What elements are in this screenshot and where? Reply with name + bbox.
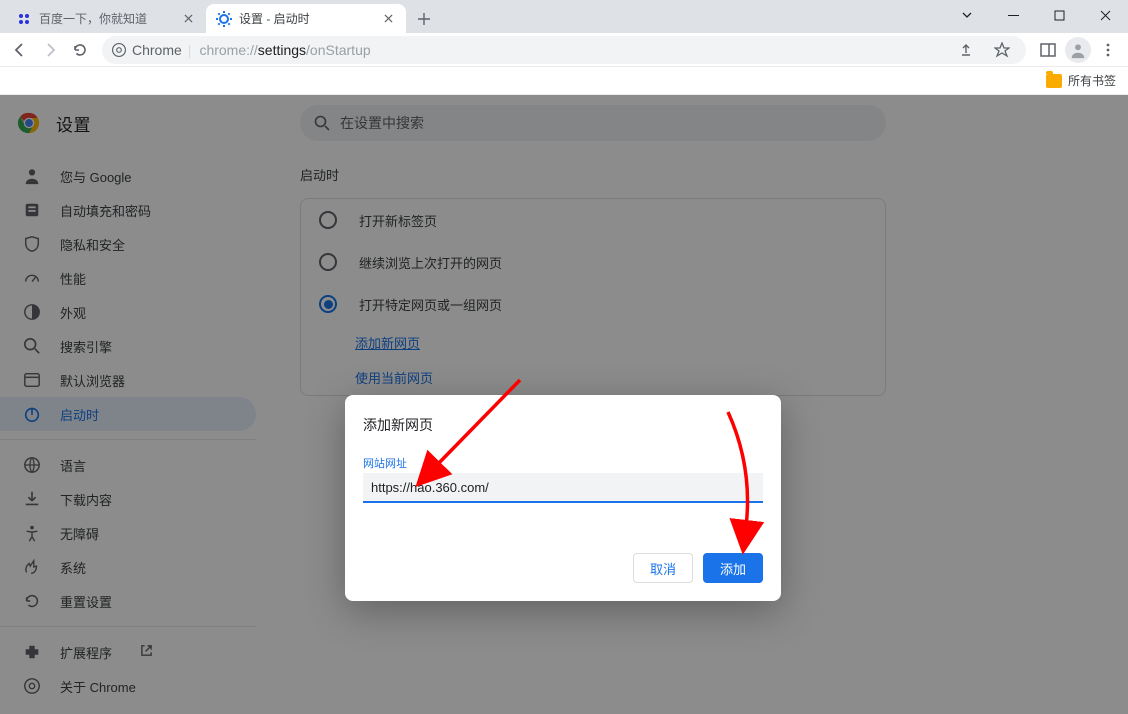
dialog-title: 添加新网页 bbox=[363, 415, 763, 435]
url-text: chrome://settings/onStartup bbox=[199, 42, 944, 58]
tab-title: 百度一下，你就知道 bbox=[39, 10, 173, 27]
back-button[interactable] bbox=[6, 36, 34, 64]
new-tab-button[interactable] bbox=[410, 5, 438, 33]
close-tab-icon[interactable] bbox=[380, 11, 396, 27]
chevron-down-icon[interactable] bbox=[944, 0, 990, 30]
forward-button[interactable] bbox=[36, 36, 64, 64]
all-bookmarks-button[interactable]: 所有书签 bbox=[1046, 72, 1116, 89]
add-page-dialog: 添加新网页 网站网址 取消 添加 bbox=[345, 395, 781, 601]
toolbar: Chrome | chrome://settings/onStartup bbox=[0, 33, 1128, 67]
window-close-button[interactable] bbox=[1082, 0, 1128, 30]
tab-title: 设置 - 启动时 bbox=[239, 10, 373, 27]
all-bookmarks-label: 所有书签 bbox=[1068, 72, 1116, 89]
profile-button[interactable] bbox=[1064, 36, 1092, 64]
url-input[interactable] bbox=[363, 473, 763, 503]
window-maximize-button[interactable] bbox=[1036, 0, 1082, 30]
tab-settings[interactable]: 设置 - 启动时 bbox=[206, 4, 406, 33]
scheme-label: Chrome bbox=[132, 42, 182, 58]
settings-content: 设置 在设置中搜索 您与 Google 自动填充和密码 隐私和安全 性能 外观 … bbox=[0, 95, 1128, 714]
baidu-favicon bbox=[16, 11, 32, 27]
reload-button[interactable] bbox=[66, 36, 94, 64]
settings-favicon bbox=[216, 11, 232, 27]
cancel-button[interactable]: 取消 bbox=[633, 553, 693, 583]
tab-strip: 百度一下，你就知道 设置 - 启动时 bbox=[0, 0, 1128, 33]
window-minimize-button[interactable] bbox=[990, 0, 1036, 30]
menu-button[interactable] bbox=[1094, 36, 1122, 64]
folder-icon bbox=[1046, 74, 1062, 88]
bookmarks-bar: 所有书签 bbox=[0, 67, 1128, 95]
bookmark-star-icon[interactable] bbox=[988, 36, 1016, 64]
omnibox[interactable]: Chrome | chrome://settings/onStartup bbox=[102, 36, 1026, 64]
url-field-label: 网站网址 bbox=[363, 455, 763, 471]
side-panel-icon[interactable] bbox=[1034, 36, 1062, 64]
close-tab-icon[interactable] bbox=[180, 11, 196, 27]
tab-baidu[interactable]: 百度一下，你就知道 bbox=[6, 4, 206, 33]
avatar-icon bbox=[1065, 37, 1091, 63]
share-icon[interactable] bbox=[952, 36, 980, 64]
chrome-scheme-icon: Chrome | bbox=[112, 42, 191, 58]
add-button[interactable]: 添加 bbox=[703, 553, 763, 583]
